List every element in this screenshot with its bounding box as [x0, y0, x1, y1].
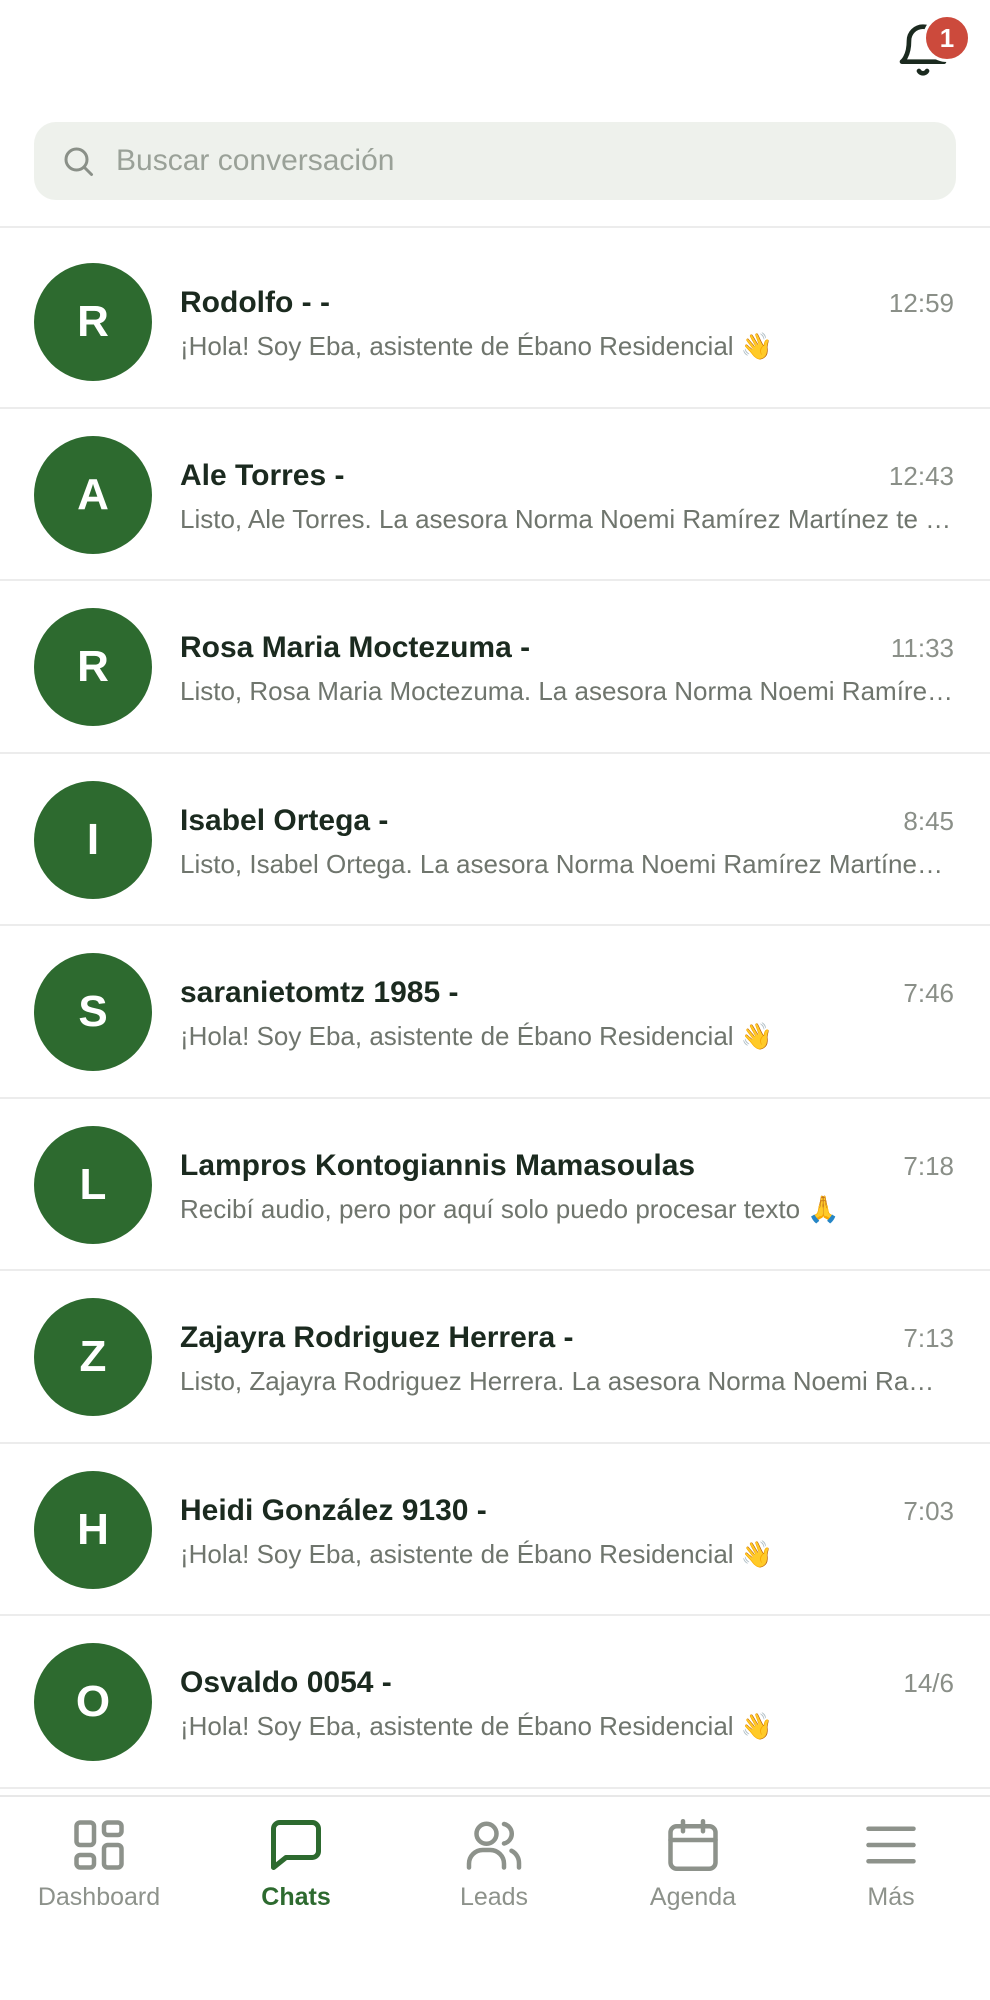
nav-label: Chats: [261, 1883, 331, 1911]
search-input[interactable]: [116, 144, 916, 178]
message-preview: ¡Hola! Soy Eba, asistente de Ébano Resid…: [180, 1021, 774, 1051]
bottom-nav: Dashboard Chats Leads Agenda Más: [0, 1795, 990, 2000]
message-preview: Listo, Rosa Maria Moctezuma. La asesora …: [180, 676, 955, 706]
message-time: 7:03: [903, 1495, 954, 1526]
message-time: 8:45: [903, 805, 954, 836]
contact-name: Lampros Kontogiannis Mamasoulas: [180, 1148, 696, 1182]
message-preview: ¡Hola! Soy Eba, asistente de Ébano Resid…: [180, 331, 774, 361]
message-time: 12:59: [888, 288, 954, 318]
message-preview: ¡Hola! Soy Eba, asistente de Ébano Resid…: [180, 1711, 774, 1741]
nav-label: Más: [867, 1883, 915, 1911]
calendar-icon: [668, 1819, 718, 1871]
nav-leads[interactable]: Leads: [404, 1815, 584, 1935]
contact-name: saranietomtz 1985 -: [180, 976, 459, 1009]
avatar: H: [34, 1470, 152, 1589]
avatar: R: [34, 263, 152, 381]
contact-name: Isabel Ortega -: [180, 803, 389, 837]
nav-chats[interactable]: Chats: [206, 1815, 386, 1935]
message-time: 11:33: [890, 633, 954, 663]
message-time: 7:18: [903, 1150, 954, 1181]
grid-icon: [74, 1820, 124, 1870]
conversation-row[interactable]: R Rodolfo - - 12:59 ¡Hola! Soy Eba, asis…: [0, 236, 990, 409]
avatar: L: [34, 1125, 152, 1244]
avatar: R: [34, 608, 152, 726]
nav-more[interactable]: Más: [801, 1815, 981, 1935]
nav-dashboard[interactable]: Dashboard: [9, 1815, 189, 1935]
contact-name: Osvaldo 0054 -: [180, 1666, 392, 1699]
app-header: 1: [0, 0, 990, 228]
notifications-button[interactable]: 1: [895, 14, 975, 84]
message-preview: Listo, Zajayra Rodriguez Herrera. La ase…: [180, 1366, 955, 1396]
avatar: O: [34, 1643, 152, 1761]
conversation-row[interactable]: R Rosa Maria Moctezuma - 11:33 Listo, Ro…: [0, 581, 990, 754]
message-time: 7:13: [903, 1323, 954, 1353]
conversation-row[interactable]: S saranietomtz 1985 - 7:46 ¡Hola! Soy Eb…: [0, 926, 990, 1099]
contact-name: Rodolfo - -: [180, 286, 330, 319]
conversation-row[interactable]: Z Zajayra Rodriguez Herrera - 7:13 Listo…: [0, 1271, 990, 1444]
avatar: A: [34, 435, 152, 554]
conversation-row[interactable]: H Heidi González 9130 - 7:03 ¡Hola! Soy …: [0, 1444, 990, 1616]
contact-name: Rosa Maria Moctezuma -: [180, 631, 531, 664]
conversation-row[interactable]: L Lampros Kontogiannis Mamasoulas 7:18 R…: [0, 1099, 990, 1271]
contact-name: Heidi González 9130 -: [180, 1493, 487, 1527]
avatar: S: [34, 953, 152, 1071]
message-time: 7:46: [903, 978, 954, 1008]
nav-label: Dashboard: [37, 1883, 161, 1911]
message-preview: Listo, Ale Torres. La asesora Norma Noem…: [180, 503, 955, 534]
nav-label: Agenda: [649, 1883, 737, 1911]
message-time: 12:43: [888, 460, 954, 491]
contact-name: Zajayra Rodriguez Herrera -: [180, 1321, 574, 1354]
conversation-row[interactable]: O Osvaldo 0054 - 14/6 ¡Hola! Soy Eba, as…: [0, 1616, 990, 1789]
nav-agenda[interactable]: Agenda: [603, 1815, 783, 1935]
contact-name: Ale Torres -: [180, 458, 345, 492]
notification-badge: 1: [923, 14, 971, 62]
avatar: I: [34, 780, 152, 899]
avatar: Z: [34, 1298, 152, 1416]
message-preview: ¡Hola! Soy Eba, asistente de Ébano Resid…: [180, 1538, 774, 1569]
search-bar[interactable]: [34, 122, 956, 200]
message-preview: Listo, Isabel Ortega. La asesora Norma N…: [180, 848, 955, 879]
conversation-list: R Rodolfo - - 12:59 ¡Hola! Soy Eba, asis…: [0, 236, 990, 1789]
nav-label: Leads: [459, 1883, 529, 1911]
message-time: 14/6: [903, 1668, 954, 1698]
message-preview: Recibí audio, pero por aquí solo puedo p…: [180, 1193, 840, 1224]
conversation-row[interactable]: I Isabel Ortega - 8:45 Listo, Isabel Ort…: [0, 754, 990, 926]
users-icon: [466, 1821, 522, 1870]
menu-icon: [866, 1826, 916, 1864]
conversation-row[interactable]: A Ale Torres - 12:43 Listo, Ale Torres. …: [0, 409, 990, 581]
chat-bubble-icon: [271, 1820, 321, 1870]
search-icon: [64, 147, 93, 176]
